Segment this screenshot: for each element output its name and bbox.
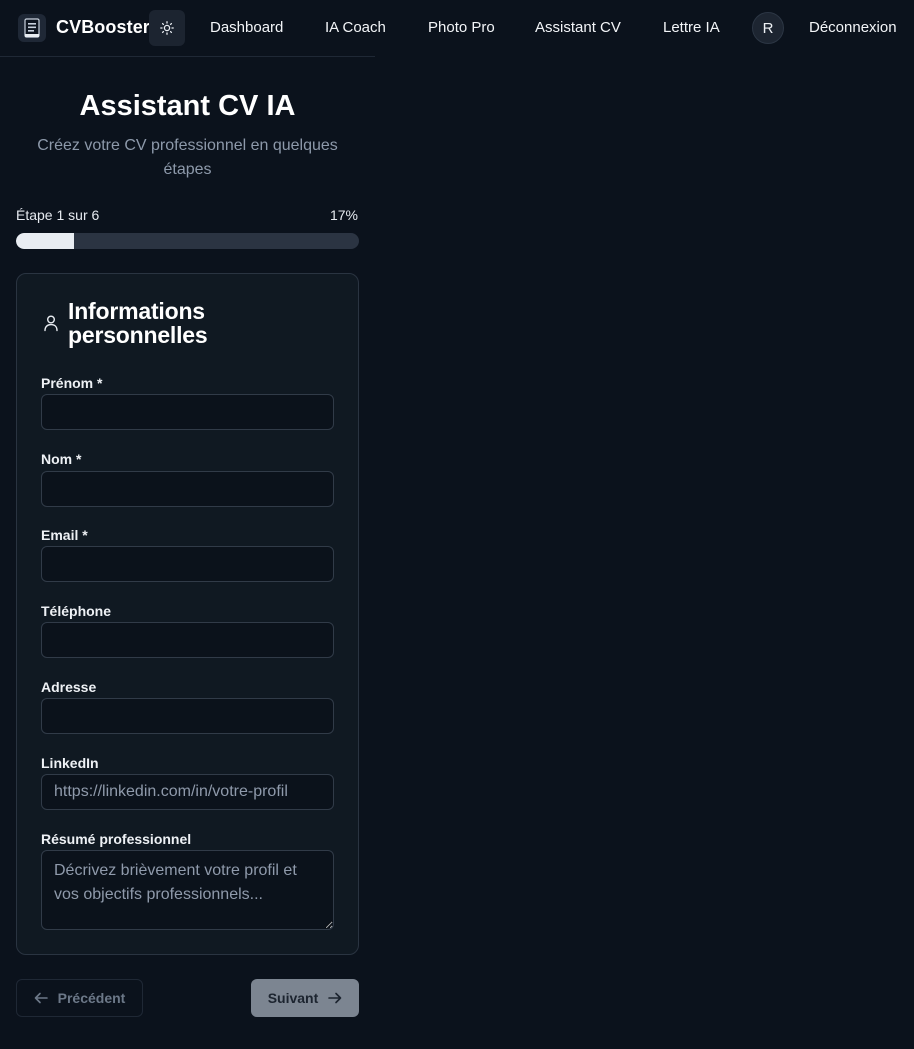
address-field[interactable] (41, 698, 334, 734)
previous-button-label: Précédent (57, 990, 126, 1006)
summary-label: Résumé professionnel (41, 831, 192, 847)
arrow-right-icon (328, 992, 342, 1004)
avatar[interactable]: R (752, 12, 784, 44)
next-button[interactable]: Suivant (251, 979, 359, 1017)
phone-label: Téléphone (41, 603, 112, 619)
first-name-label: Prénom * (41, 375, 103, 391)
page-subtitle: Créez votre CV professionnel en quelques… (37, 137, 338, 178)
personal-info-card: Informations personnelles Prénom * Nom *… (16, 273, 359, 955)
progress-bar (16, 233, 359, 249)
linkedin-field[interactable] (41, 774, 334, 810)
logout-button[interactable]: Déconnexion (809, 19, 897, 36)
email-field[interactable] (41, 546, 334, 582)
nav-link-ia-coach[interactable]: IA Coach (325, 19, 386, 36)
brand-name[interactable]: CVBooster (56, 17, 150, 38)
theme-toggle-button[interactable] (149, 10, 185, 46)
nav-link-lettre-ia[interactable]: Lettre IA (663, 19, 720, 36)
step-indicator: Étape 1 sur 6 (16, 207, 100, 223)
summary-field[interactable] (41, 850, 334, 930)
document-icon[interactable] (18, 14, 46, 42)
nav-link-photo-pro[interactable]: Photo Pro (428, 19, 495, 36)
nav-link-dashboard[interactable]: Dashboard (210, 19, 283, 36)
linkedin-label: LinkedIn (41, 755, 99, 771)
sun-icon (160, 21, 174, 35)
user-icon (43, 314, 59, 337)
email-label: Email * (41, 527, 88, 543)
progress-bar-fill (16, 233, 75, 249)
address-label: Adresse (41, 679, 97, 695)
last-name-field[interactable] (41, 471, 334, 507)
next-button-label: Suivant (267, 990, 319, 1006)
previous-button[interactable]: Précédent (16, 979, 143, 1017)
last-name-label: Nom * (41, 451, 82, 467)
first-name-field[interactable] (41, 394, 334, 430)
navbar-divider (0, 56, 375, 57)
arrow-left-icon (34, 992, 48, 1004)
nav-link-assistant-cv[interactable]: Assistant CV (535, 19, 621, 36)
section-title: Informations personnelles (68, 298, 208, 348)
page-title: Assistant CV IA (79, 90, 296, 122)
top-navbar: CVBooster Dashboard IA Coach Photo Pro A… (0, 0, 914, 56)
progress-percent: 17% (329, 207, 358, 223)
phone-field[interactable] (41, 622, 334, 658)
